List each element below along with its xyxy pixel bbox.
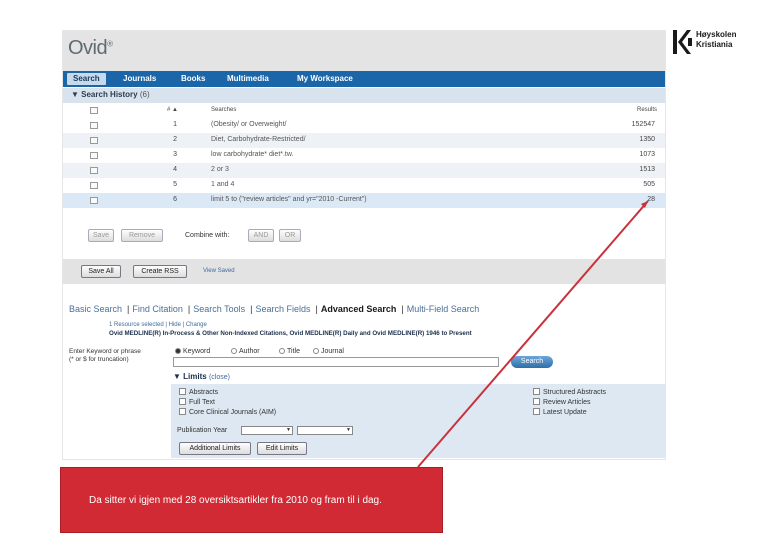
radio-title[interactable]: Title (279, 348, 300, 355)
col-results-header: Results (636, 107, 657, 113)
hoyskolen-kristiania-logo: Høyskolen Kristiania (672, 28, 772, 56)
additional-limits-button[interactable]: Additional Limits (179, 442, 251, 455)
row-search-text: Diet, Carbohydrate-Restricted/ (211, 136, 306, 143)
history-row-3: 3 low carbohydrate* diet*.tw. 1073 (63, 148, 665, 163)
radio-keyword[interactable]: Keyword (175, 348, 210, 355)
ovid-logo: Ovid® (68, 37, 113, 59)
nav-multimedia[interactable]: Multimedia (227, 73, 269, 85)
callout-text: Da sitter vi igjen med 28 oversiktsartik… (89, 495, 382, 506)
radio-author[interactable]: Author (231, 348, 260, 355)
publication-year-label: Publication Year (177, 427, 228, 434)
history-row-6: 6 limit 5 to ("review articles" and yr="… (63, 193, 665, 208)
limit-full-text[interactable]: Full Text (179, 398, 215, 406)
nav-books[interactable]: Books (181, 73, 205, 85)
limits-panel: Abstracts Full Text Core Clinical Journa… (171, 384, 665, 458)
history-row-4: 4 2 or 3 1513 (63, 163, 665, 178)
brand-text: Høyskolen Kristiania (696, 30, 737, 49)
ovid-screenshot: Ovid® Search Journals Books Multimedia M… (62, 30, 666, 460)
or-button[interactable]: OR (279, 229, 301, 242)
history-row-1: 1 (Obesity/ or Overweight/ 152547 (63, 118, 665, 133)
and-button[interactable]: AND (248, 229, 274, 242)
history-table-header: # ▲ Searches Results (63, 104, 665, 118)
limit-latest-update[interactable]: Latest Update (533, 408, 587, 416)
col-num-header[interactable]: # ▲ (167, 107, 178, 113)
row-number: 4 (173, 166, 177, 173)
save-all-button[interactable]: Save All (81, 265, 121, 278)
keyword-input[interactable] (173, 357, 499, 367)
row-results[interactable]: 1073 (639, 151, 655, 158)
select-all-checkbox[interactable] (90, 107, 98, 114)
limit-core-clinical[interactable]: Core Clinical Journals (AIM) (179, 408, 276, 416)
tab-find-citation[interactable]: Find Citation (132, 304, 183, 314)
row-checkbox[interactable] (90, 137, 98, 144)
row-results[interactable]: 152547 (632, 121, 655, 128)
limit-structured-abstracts[interactable]: Structured Abstracts (533, 388, 606, 396)
search-button[interactable]: Search (511, 356, 553, 368)
history-row-5: 5 1 and 4 505 (63, 178, 665, 193)
nav-search[interactable]: Search (67, 73, 106, 85)
row-checkbox[interactable] (90, 122, 98, 129)
edit-limits-button[interactable]: Edit Limits (257, 442, 307, 455)
limits-toggle[interactable]: ▼ Limits (close) (173, 372, 230, 381)
database-line: Ovid MEDLINE(R) In-Process & Other Non-I… (109, 330, 472, 337)
nav-my-workspace[interactable]: My Workspace (297, 73, 353, 85)
save-button[interactable]: Save (88, 229, 114, 242)
combine-with-label: Combine with: (185, 232, 230, 239)
row-search-text: 1 and 4 (211, 181, 235, 188)
row-checkbox[interactable] (90, 182, 98, 189)
remove-button[interactable]: Remove (121, 229, 163, 242)
row-checkbox[interactable] (90, 167, 98, 174)
history-row-2: 2 Diet, Carbohydrate-Restricted/ 1350 (63, 133, 665, 148)
search-history-title[interactable]: ▼ Search History (6) (71, 90, 150, 99)
main-nav: Search Journals Books Multimedia My Work… (63, 71, 665, 87)
create-rss-button[interactable]: Create RSS (133, 265, 187, 278)
row-results[interactable]: 1513 (639, 166, 655, 173)
row-search-text: low carbohydrate* diet*.tw. (211, 151, 294, 158)
callout-box: Da sitter vi igjen med 28 oversiktsartik… (60, 467, 443, 533)
radio-journal[interactable]: Journal (313, 348, 344, 355)
limit-abstracts[interactable]: Abstracts (179, 388, 218, 396)
row-checkbox[interactable] (90, 197, 98, 204)
row-results[interactable]: 1350 (639, 136, 655, 143)
tab-basic-search[interactable]: Basic Search (69, 304, 122, 314)
row-search-text: limit 5 to ("review articles" and yr="20… (211, 196, 367, 203)
view-saved-link[interactable]: View Saved (203, 268, 235, 274)
row-number: 2 (173, 136, 177, 143)
publication-year-from-select[interactable] (241, 426, 293, 435)
save-bar: Save All Create RSS View Saved (63, 259, 665, 284)
col-searches-header: Searches (211, 107, 237, 113)
nav-journals[interactable]: Journals (123, 73, 156, 85)
tab-search-tools[interactable]: Search Tools (193, 304, 245, 314)
row-search-text: (Obesity/ or Overweight/ (211, 121, 287, 128)
row-results[interactable]: 505 (643, 181, 655, 188)
row-results[interactable]: 28 (647, 196, 655, 203)
row-checkbox[interactable] (90, 152, 98, 159)
row-number: 6 (173, 196, 177, 203)
search-mode-tabs: Basic Search | Find Citation | Search Tools |… (69, 304, 480, 314)
row-search-text: 2 or 3 (211, 166, 229, 173)
limit-review-articles[interactable]: Review Articles (533, 398, 590, 406)
tab-search-fields[interactable]: Search Fields (255, 304, 310, 314)
keyword-label: Enter Keyword or phrase (* or $ for trunc… (69, 348, 141, 363)
resource-selected-line[interactable]: 1 Resource selected | Hide | Change (109, 322, 207, 328)
search-history-bar[interactable]: ▼ Search History (6) (63, 88, 665, 103)
kristiania-logo-icon (673, 30, 692, 54)
row-number: 5 (173, 181, 177, 188)
tab-multi-field-search[interactable]: Multi-Field Search (407, 304, 480, 314)
row-number: 1 (173, 121, 177, 128)
ovid-header: Ovid® (63, 31, 665, 71)
publication-year-to-select[interactable] (297, 426, 353, 435)
tab-advanced-search[interactable]: Advanced Search (321, 304, 397, 314)
row-number: 3 (173, 151, 177, 158)
